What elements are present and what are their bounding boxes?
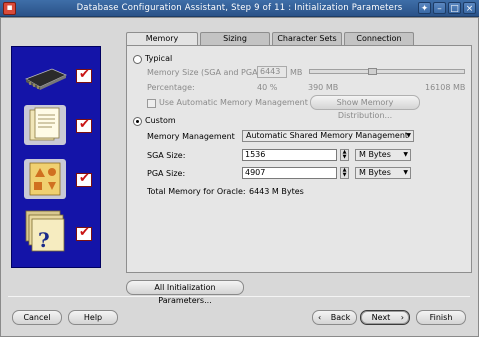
chevron-left-icon: ‹	[318, 313, 322, 322]
memory-slider[interactable]	[309, 69, 465, 74]
back-button[interactable]: ‹ Back	[312, 310, 357, 325]
tab-memory[interactable]: Memory	[126, 32, 198, 46]
title-bar: ▪ Database Configuration Assistant, Step…	[0, 0, 479, 17]
all-initialization-parameters-button[interactable]: All Initialization Parameters...	[126, 280, 244, 305]
wizard-progress-panel: ?	[11, 46, 101, 268]
total-memory-value: 6443 M Bytes	[249, 187, 304, 196]
next-button[interactable]: Next ›	[360, 310, 410, 325]
step-check-icon	[76, 117, 92, 133]
chevron-down-icon: ▼	[403, 151, 408, 158]
memory-size-unit: MB	[290, 68, 303, 77]
next-button-label: Next	[371, 313, 391, 322]
pga-unit-select[interactable]: M Bytes ▼	[355, 167, 411, 179]
pga-size-field[interactable]: 4907	[242, 167, 337, 179]
memory-size-field[interactable]: 6443	[257, 66, 287, 78]
folders-help-icon: ?	[25, 210, 65, 252]
back-button-label: Back	[330, 313, 351, 322]
tab-connection-mode[interactable]: Connection Mode	[344, 32, 414, 55]
sga-size-spinner[interactable]: ▲ ▼	[340, 149, 349, 161]
step-check-icon	[76, 225, 92, 241]
step-check-icon	[76, 171, 92, 187]
svg-text:?: ?	[38, 228, 50, 252]
memory-tab-panel: Typical Memory Size (SGA and PGA): 6443 …	[126, 45, 472, 273]
typical-radio[interactable]	[133, 55, 142, 64]
close-icon[interactable]: ×	[463, 2, 476, 14]
pga-size-label: PGA Size:	[147, 169, 186, 178]
sga-unit-value: M Bytes	[359, 150, 391, 159]
cancel-button[interactable]: Cancel	[12, 310, 62, 325]
total-memory-label: Total Memory for Oracle:	[147, 187, 246, 196]
minimize-icon[interactable]: –	[433, 2, 446, 14]
typical-label: Typical	[145, 54, 173, 63]
memory-size-label: Memory Size (SGA and PGA):	[147, 68, 264, 77]
memory-management-label: Memory Management	[147, 132, 235, 141]
memory-chip-icon	[25, 68, 67, 90]
min-memory-value: 390 MB	[308, 83, 339, 92]
memory-management-value: Automatic Shared Memory Management	[246, 131, 409, 140]
custom-radio[interactable]	[133, 117, 142, 126]
pga-size-spinner[interactable]: ▲ ▼	[340, 167, 349, 179]
chevron-down-icon: ▼	[406, 132, 411, 139]
documents-icon	[24, 105, 66, 145]
chevron-right-icon: ›	[400, 313, 404, 322]
max-memory-value: 16108 MB	[425, 83, 466, 92]
sga-size-label: SGA Size:	[147, 151, 186, 160]
restore-icon[interactable]: ✦	[418, 2, 431, 14]
step-check-icon	[76, 67, 92, 83]
auto-memory-label: Use Automatic Memory Management	[159, 98, 308, 107]
window-title: Database Configuration Assistant, Step 9…	[76, 3, 403, 13]
percentage-label: Percentage:	[147, 83, 195, 92]
sga-unit-select[interactable]: M Bytes ▼	[355, 149, 411, 161]
memory-slider-thumb[interactable]	[367, 68, 377, 75]
finish-button[interactable]: Finish	[416, 310, 466, 325]
percentage-value: 40 %	[257, 83, 278, 92]
database-shapes-icon	[24, 159, 66, 199]
auto-memory-checkbox[interactable]	[147, 99, 156, 108]
tab-sizing[interactable]: Sizing	[200, 32, 270, 45]
custom-label: Custom	[145, 116, 176, 125]
maximize-icon[interactable]: □	[448, 2, 461, 14]
pga-unit-value: M Bytes	[359, 168, 391, 177]
chevron-down-icon: ▼	[403, 169, 408, 176]
sga-size-field[interactable]: 1536	[242, 149, 337, 161]
memory-management-select[interactable]: Automatic Shared Memory Management ▼	[242, 130, 414, 142]
show-memory-distribution-button[interactable]: Show Memory Distribution...	[310, 95, 420, 120]
help-button[interactable]: Help	[68, 310, 118, 325]
tab-character-sets[interactable]: Character Sets	[272, 32, 342, 45]
footer-separator	[8, 296, 470, 297]
